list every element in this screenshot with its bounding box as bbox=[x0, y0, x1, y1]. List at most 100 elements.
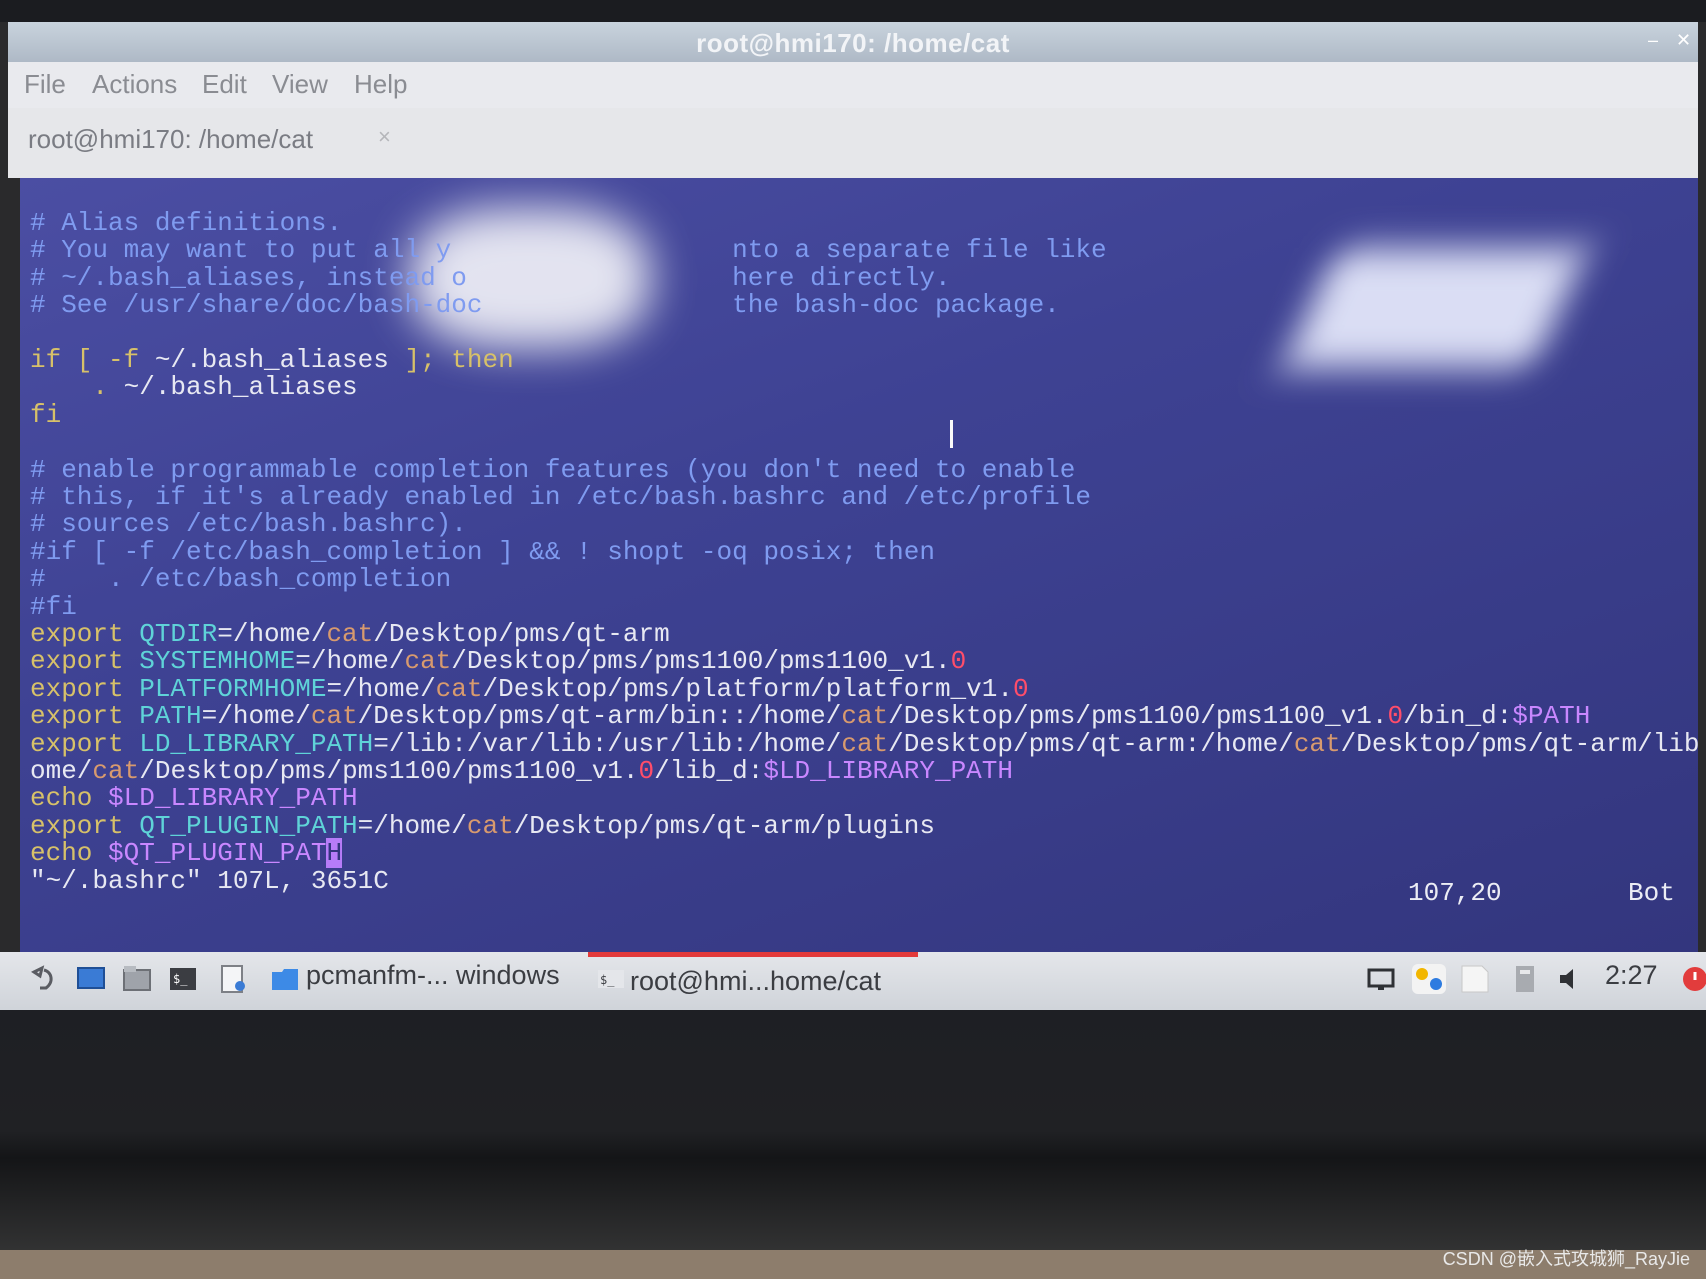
monitor-tray-icon[interactable] bbox=[1366, 964, 1396, 994]
terminal-text: 0 bbox=[1012, 673, 1029, 704]
monitor-bezel-bottom bbox=[0, 1010, 1706, 1279]
terminal-text: # Alias definitions. bbox=[30, 208, 343, 238]
terminal-text: ome/ bbox=[30, 756, 93, 786]
menu-help[interactable]: Help bbox=[354, 69, 407, 100]
terminal-line: echo $QT_PLUGIN_PATH bbox=[30, 838, 343, 869]
clipboard-icon[interactable] bbox=[1458, 962, 1492, 996]
terminal-line: # sources /etc/bash.bashrc). bbox=[30, 509, 467, 539]
terminal-text: /Desktop/pms/qt-arm:/home/ bbox=[888, 728, 1294, 759]
terminal-line: "~/.bashrc" 107L, 3651C bbox=[30, 866, 389, 896]
terminal-text: 0 bbox=[1387, 701, 1404, 732]
terminal-text: /Desktop/pms/qt-arm bbox=[373, 619, 670, 649]
terminal-line: if [ -f ~/.bash_aliases ]; then bbox=[30, 345, 514, 375]
text-editor-icon[interactable] bbox=[218, 964, 248, 994]
monitor-bezel-top bbox=[0, 0, 1706, 22]
taskbar: $_ pcmanfm-... windows $_ root@hmi...hom… bbox=[0, 952, 1706, 1012]
volume-icon[interactable] bbox=[1556, 964, 1586, 994]
menu-launcher-icon[interactable] bbox=[28, 964, 58, 994]
task-pcmanfm[interactable]: pcmanfm-... windows bbox=[306, 960, 560, 991]
terminal-line: fi bbox=[30, 400, 61, 430]
terminal-text: cat bbox=[92, 756, 140, 786]
terminal-line: # See /usr/share/doc/bash-doc the bash-d… bbox=[30, 290, 1060, 320]
terminal-text: export bbox=[30, 810, 140, 841]
terminal-text: =/home/ bbox=[217, 619, 327, 649]
terminal-text: QTDIR bbox=[139, 619, 218, 649]
terminal-text: /Desktop/pms/pms1100/pms1100_v1. bbox=[451, 646, 951, 677]
terminal-text: #if [ -f /etc/bash_completion ] && ! sho… bbox=[30, 536, 935, 567]
terminal-text: # . /etc/bash_completion bbox=[30, 564, 452, 595]
terminal-text: =/home/ bbox=[357, 810, 467, 841]
folder-icon bbox=[272, 969, 298, 990]
terminal-launcher-icon[interactable]: $_ bbox=[168, 964, 198, 994]
terminal-text: $QT_PLUGIN_PAT bbox=[108, 838, 327, 869]
menu-edit[interactable]: Edit bbox=[202, 69, 247, 100]
terminal-text: QT_PLUGIN_PATH bbox=[139, 810, 358, 841]
terminal-text: ~/.bash_aliases bbox=[154, 345, 389, 375]
terminal-text: # sources /etc/bash.bashrc). bbox=[30, 509, 467, 540]
terminal-text: cat bbox=[466, 810, 514, 841]
window-title: root@hmi170: /home/cat bbox=[696, 28, 1010, 58]
terminal-text: /Desktop/pms/qt-arm/lib:/h bbox=[1340, 728, 1698, 759]
terminal-text: # You may want to put all y bbox=[30, 235, 452, 266]
terminal-text: export bbox=[30, 646, 140, 677]
watermark: CSDN @嵌入式攻城狮_RayJie bbox=[1442, 1249, 1690, 1269]
keyboard-layout-icon[interactable] bbox=[1410, 962, 1448, 996]
terminal-text: cat bbox=[1293, 728, 1341, 759]
terminal-line: # Alias definitions. bbox=[30, 208, 342, 238]
terminal-text: SYSTEMHOME bbox=[139, 646, 296, 677]
clock[interactable]: 2:27 bbox=[1605, 960, 1658, 991]
menu-bar: File Actions Edit View Help bbox=[8, 62, 1698, 108]
terminal-line: # You may want to put all y nto a separa… bbox=[30, 235, 1107, 265]
terminal-text: export bbox=[30, 619, 140, 649]
terminal-text: LD_LIBRARY_PATH bbox=[139, 728, 374, 759]
svg-text:$_: $_ bbox=[173, 972, 188, 986]
menu-actions[interactable]: Actions bbox=[92, 69, 177, 100]
terminal-text: cat bbox=[310, 701, 358, 732]
terminal-text: $PATH bbox=[1512, 701, 1591, 732]
terminal-line: export QTDIR=/home/cat/Desktop/pms/qt-ar… bbox=[30, 619, 670, 649]
terminal-text: ]; then bbox=[388, 345, 514, 375]
terminal-line: export PATH=/home/cat/Desktop/pms/qt-arm… bbox=[30, 701, 1590, 731]
terminal-text: PLATFORMHOME bbox=[139, 673, 327, 704]
terminal-line: #fi bbox=[30, 592, 77, 622]
close-window-icon[interactable]: ✕ bbox=[1676, 30, 1691, 51]
show-desktop-icon[interactable] bbox=[76, 964, 106, 994]
terminal-output[interactable]: # Alias definitions. # You may want to pu… bbox=[20, 178, 1698, 952]
terminal-text: /lib_d: bbox=[654, 756, 764, 786]
terminal-text: "~/.bashrc" 107L, 3651C bbox=[30, 865, 389, 896]
terminal-line: export PLATFORMHOME=/home/cat/Desktop/pm… bbox=[30, 674, 1029, 704]
terminal-text: nto a separate file like bbox=[732, 235, 1107, 266]
terminal-text: echo bbox=[30, 838, 109, 869]
terminal-text: # ~/.bash_aliases, instead o bbox=[30, 262, 467, 293]
terminal-text: /Desktop/pms/platform/platform_v1. bbox=[482, 673, 1013, 704]
terminal-text: /Desktop/pms/qt-arm/plugins bbox=[513, 810, 935, 841]
terminal-text: 0 bbox=[638, 756, 655, 786]
terminal-line: export QT_PLUGIN_PATH=/home/cat/Desktop/… bbox=[30, 811, 935, 841]
terminal-line: # ~/.bash_aliases, instead o here direct… bbox=[30, 263, 951, 293]
svg-text:$_: $_ bbox=[600, 973, 615, 987]
removable-drive-icon[interactable] bbox=[1510, 964, 1540, 994]
terminal-text: export bbox=[30, 701, 140, 732]
terminal-text: # this, if it's already enabled in /etc/… bbox=[30, 482, 1091, 512]
menu-view[interactable]: View bbox=[272, 69, 328, 100]
window-titlebar[interactable]: root@hmi170: /home/cat – ✕ bbox=[8, 22, 1698, 62]
terminal-text: =/lib:/var/lib:/usr/lib:/home/ bbox=[373, 728, 842, 759]
terminal-text: cat bbox=[841, 701, 889, 732]
terminal-text: =/home/ bbox=[201, 701, 311, 732]
file-manager-icon[interactable] bbox=[122, 964, 152, 994]
active-task-indicator bbox=[588, 952, 918, 957]
terminal-task-icon: $_ bbox=[598, 970, 624, 988]
tab-terminal[interactable]: root@hmi170: /home/cat bbox=[28, 124, 313, 155]
terminal-text: # enable programmable completion feature… bbox=[30, 454, 1076, 485]
tab-close-icon[interactable]: × bbox=[378, 124, 391, 150]
minimize-icon[interactable]: – bbox=[1648, 30, 1658, 51]
terminal-text: =/home/ bbox=[295, 646, 405, 677]
menu-file[interactable]: File bbox=[24, 69, 66, 100]
terminal-text: the bash-doc package. bbox=[732, 290, 1060, 321]
terminal-text: /Desktop/pms/pms1100/pms1100_v1. bbox=[888, 701, 1388, 732]
task-terminal[interactable]: root@hmi...home/cat bbox=[630, 966, 881, 997]
power-icon[interactable] bbox=[1680, 964, 1706, 994]
terminal-window: root@hmi170: /home/cat – ✕ File Actions … bbox=[8, 22, 1698, 952]
terminal-line: . ~/.bash_aliases bbox=[30, 372, 357, 402]
